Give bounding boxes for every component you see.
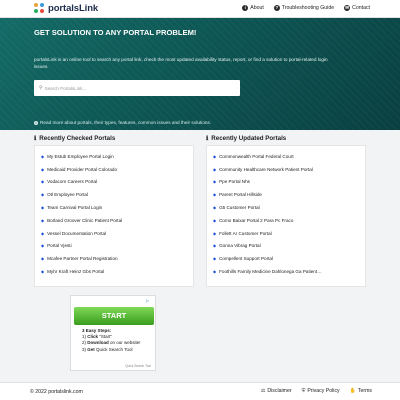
search-icon: ⚲ <box>39 85 43 91</box>
portal-link[interactable]: Ppe Portal Nhs <box>219 179 250 184</box>
bullet-icon: ◆ <box>41 243 45 249</box>
bullet-icon: ◆ <box>213 269 217 275</box>
bullet-icon: ◆ <box>213 205 217 211</box>
portal-link[interactable]: Vessel Documentation Portal <box>47 231 106 236</box>
portal-link[interactable]: G5 Customer Portal <box>219 205 260 210</box>
info-icon: i <box>34 120 38 125</box>
portal-list-item[interactable]: ◆ Portal Vjesti <box>41 240 193 253</box>
bullet-icon: ◆ <box>41 153 45 159</box>
info-icon: i <box>242 5 249 11</box>
bullet-icon: ◆ <box>41 179 45 185</box>
bullet-icon: ◆ <box>213 230 217 236</box>
copyright: © 2022 portalslink.com <box>30 389 83 395</box>
portal-link[interactable]: Myhr Kraft Heinz Gbs Portal <box>47 269 104 274</box>
bullet-icon: ◆ <box>213 217 217 223</box>
nav-contact[interactable]: ✉ Contact <box>344 5 370 11</box>
portal-list-item[interactable]: ◆ Community Healthcare Network Patient Po… <box>213 163 365 176</box>
portal-link[interactable]: Borland Groover Clinic Patient Portal <box>47 218 122 223</box>
bullet-icon: ◆ <box>213 179 217 185</box>
bullet-icon: ◆ <box>213 166 217 172</box>
ad-choices-icon[interactable]: ▷ <box>146 298 152 303</box>
portal-list-item[interactable]: ◆ Commonwealth Portal Federal Court <box>213 150 365 163</box>
portal-list-item[interactable]: ◆ Team Carnival Portal Login <box>41 201 193 214</box>
read-more-link[interactable]: i Read more about portals, their types, … <box>34 120 211 125</box>
bullet-icon: ◆ <box>41 217 45 223</box>
ad-start-button[interactable]: START <box>74 307 154 325</box>
portal-list-item[interactable]: ◆ My Estub Employee Portal Login <box>41 150 193 163</box>
info-icon: ℹ <box>206 136 209 142</box>
portal-link[interactable]: Commonwealth Portal Federal Court <box>219 154 294 159</box>
bullet-icon: ◆ <box>41 205 45 211</box>
brand-name: portalsLink <box>48 3 99 14</box>
portal-link[interactable]: Otl Employee Portal <box>47 192 88 197</box>
top-navbar: portalsLink i About ? Troubleshooting Guid… <box>0 0 400 18</box>
portal-list-item[interactable]: ◆ Vodacom Careers Portal <box>41 176 193 189</box>
portal-link[interactable]: Compellent Support Portal <box>219 256 273 261</box>
portal-link[interactable]: Gonna Vibrag Portal <box>219 243 261 248</box>
portal-list-item[interactable]: ◆ Parent Portal Hillside <box>213 188 365 201</box>
portal-list-item[interactable]: ◆ Medicaid Provider Portal Colorado <box>41 163 193 176</box>
logo-mark-icon <box>34 3 45 14</box>
bullet-icon: ◆ <box>41 230 45 236</box>
portal-link[interactable]: Foothills Family Medicine Dahlonega Ga P… <box>219 269 322 274</box>
hero-section: GET SOLUTION TO ANY PORTAL PROBLEM! port… <box>0 18 400 130</box>
recently-checked-heading: ℹ Recently Checked Portals <box>34 135 116 142</box>
recently-updated-heading: ℹ Recently Updated Portals <box>206 135 287 142</box>
bullet-icon: ◆ <box>213 192 217 198</box>
site-footer: © 2022 portalslink.com ⚖ Disclaimer ⛨ Priv… <box>0 382 400 400</box>
portal-link[interactable]: Mcafee Partner Portal Registration <box>47 256 117 261</box>
portal-list-item[interactable]: ◆ Mcafee Partner Portal Registration <box>41 252 193 265</box>
portal-list-item[interactable]: ◆ Compellent Support Portal <box>213 252 365 265</box>
portal-link[interactable]: My Estub Employee Portal Login <box>47 154 114 159</box>
footer-privacy-link[interactable]: ⛨ Privacy Policy <box>302 388 340 394</box>
gavel-icon: ⚖ <box>260 388 266 394</box>
shield-icon: ⛨ <box>301 388 306 394</box>
portal-link[interactable]: Follett Ar Customer Portal <box>219 231 272 236</box>
portal-list-item[interactable]: ◆ Vessel Documentation Portal <box>41 227 193 240</box>
bullet-icon: ◆ <box>41 269 45 275</box>
portal-list-item[interactable]: ◆ Foothills Family Medicine Dahlonega Ga … <box>213 265 365 278</box>
recently-checked-panel: ◆ My Estub Employee Portal Login ◆ Medicaid… <box>34 145 194 287</box>
portal-list-item[interactable]: ◆ G5 Customer Portal <box>213 201 365 214</box>
advertisement[interactable]: ▷ START 3 Easy Steps: 1) Click "Start" 2… <box>70 295 156 371</box>
hero-description: portalsLink is an online tool to search … <box>34 57 328 69</box>
help-icon: ? <box>273 5 280 11</box>
portal-list-item[interactable]: ◆ Follett Ar Customer Portal <box>213 227 365 240</box>
bullet-icon: ◆ <box>213 256 217 262</box>
ad-steps: 3 Easy Steps: 1) Click "Start" 2) Downlo… <box>82 328 141 352</box>
footer-disclaimer-link[interactable]: ⚖ Disclaimer <box>261 388 292 394</box>
hero-title: GET SOLUTION TO ANY PORTAL PROBLEM! <box>34 28 197 37</box>
info-icon: ℹ <box>34 136 37 142</box>
portal-list-item[interactable]: ◆ Otl Employee Portal <box>41 188 193 201</box>
footer-links: ⚖ Disclaimer ⛨ Privacy Policy ✋ Terms <box>261 388 372 394</box>
handshake-icon: ✋ <box>349 388 356 394</box>
portal-link[interactable]: Como Baixar Portal 2 Para Pc Fraco <box>219 218 293 223</box>
portal-link[interactable]: Vodacom Careers Portal <box>47 179 97 184</box>
ad-footer-text: Quick Search Tool <box>125 364 151 368</box>
bullet-icon: ◆ <box>41 192 45 198</box>
mail-icon: ✉ <box>344 5 351 11</box>
portal-link[interactable]: Community Healthcare Network Patient Por… <box>219 167 313 172</box>
portal-list-item[interactable]: ◆ Como Baixar Portal 2 Para Pc Fraco <box>213 214 365 227</box>
main-nav: i About ? Troubleshooting Guide ✉ Contact <box>242 5 370 11</box>
portal-link[interactable]: Parent Portal Hillside <box>219 192 262 197</box>
portal-link[interactable]: Team Carnival Portal Login <box>47 205 102 210</box>
bullet-icon: ◆ <box>213 153 217 159</box>
recently-updated-panel: ◆ Commonwealth Portal Federal Court ◆ Commu… <box>206 145 366 287</box>
bullet-icon: ◆ <box>41 256 45 262</box>
footer-terms-link[interactable]: ✋ Terms <box>350 388 372 394</box>
brand-logo[interactable]: portalsLink <box>34 3 98 14</box>
portal-list-item[interactable]: ◆ Myhr Kraft Heinz Gbs Portal <box>41 265 193 278</box>
search-box[interactable]: ⚲ <box>34 80 240 96</box>
portal-list-item[interactable]: ◆ Borland Groover Clinic Patient Portal <box>41 214 193 227</box>
portal-list-item[interactable]: ◆ Gonna Vibrag Portal <box>213 240 365 253</box>
bullet-icon: ◆ <box>41 166 45 172</box>
nav-about[interactable]: i About <box>242 5 264 11</box>
bullet-icon: ◆ <box>213 243 217 249</box>
portal-list-item[interactable]: ◆ Ppe Portal Nhs <box>213 176 365 189</box>
portal-link[interactable]: Portal Vjesti <box>47 243 72 248</box>
nav-troubleshooting-guide[interactable]: ? Troubleshooting Guide <box>273 5 334 11</box>
portal-link[interactable]: Medicaid Provider Portal Colorado <box>47 167 117 172</box>
search-input[interactable] <box>44 85 225 91</box>
